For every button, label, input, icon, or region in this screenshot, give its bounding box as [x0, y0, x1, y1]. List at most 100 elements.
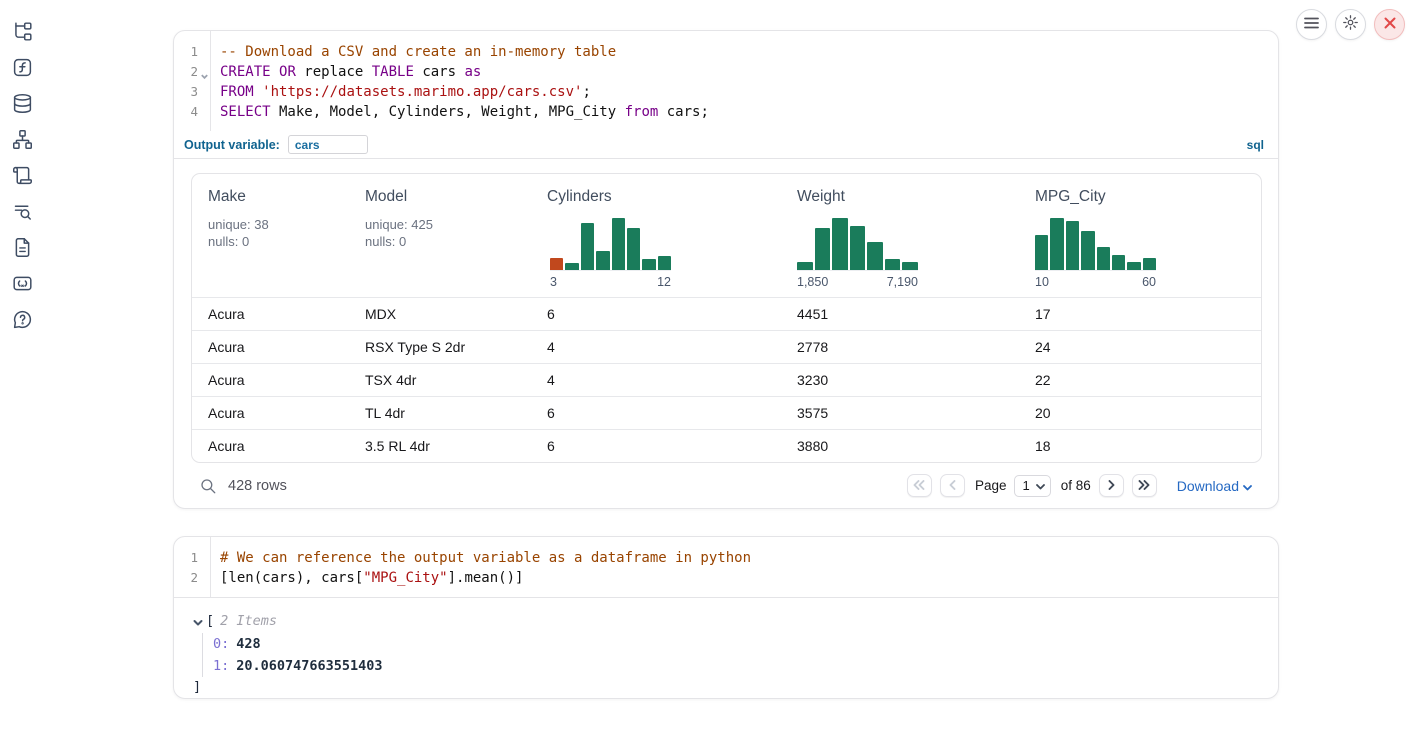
column-header-cylinders[interactable]: Cylinders312	[547, 174, 797, 297]
histogram-bars	[1035, 218, 1156, 271]
close-icon	[1384, 16, 1396, 34]
code-token: ;	[582, 84, 590, 100]
table-row[interactable]: AcuraMDX6445117	[192, 297, 1261, 330]
output-variable-input[interactable]	[288, 135, 368, 154]
python-gutter: 12	[174, 537, 211, 597]
table-row[interactable]: AcuraTSX 4dr4323022	[192, 363, 1261, 396]
table-cell: 3575	[797, 405, 1035, 421]
python-code-lines[interactable]: # We can reference the output variable a…	[211, 537, 1278, 597]
download-label: Download	[1177, 478, 1239, 494]
search-icon[interactable]	[199, 477, 217, 495]
histogram-bar	[797, 262, 813, 270]
shutdown-button[interactable]	[1374, 9, 1405, 40]
column-header-weight[interactable]: Weight1,8507,190	[797, 174, 1035, 297]
table-cell: 6	[547, 438, 797, 454]
histogram-ticks: 1060	[1035, 275, 1156, 289]
histogram-bar	[1143, 258, 1156, 270]
last-page-button[interactable]	[1132, 474, 1157, 497]
table-row[interactable]: AcuraRSX Type S 2dr4277824	[192, 330, 1261, 363]
prev-page-button[interactable]	[940, 474, 965, 497]
next-page-button[interactable]	[1099, 474, 1124, 497]
code-token: -- Download a CSV and create an in-memor…	[220, 44, 616, 60]
table-row[interactable]: Acura3.5 RL 4dr6388018	[192, 429, 1261, 462]
column-histogram: 312	[550, 218, 671, 289]
dependency-graph-icon[interactable]	[12, 129, 33, 150]
result-table: Makeunique: 38nulls: 0Model unique: 425nu…	[191, 173, 1262, 463]
stat-line: nulls: 0	[208, 234, 365, 251]
code-token: ].mean()]	[448, 570, 524, 586]
help-icon[interactable]	[12, 309, 33, 330]
table-cell: 20	[1035, 405, 1261, 421]
scratchpad-icon[interactable]	[12, 165, 33, 186]
column-header-model[interactable]: Modelunique: 425nulls: 0	[365, 174, 547, 297]
python-output: [ 2 Items 0:4281:20.060747663551403 ]	[174, 598, 1278, 698]
table-cell: 2778	[797, 339, 1035, 355]
python-cell: 12 # We can reference the output variabl…	[173, 536, 1279, 699]
functions-icon[interactable]	[12, 57, 33, 78]
tick-left: 1,850	[797, 275, 828, 289]
code-token: replace	[296, 64, 372, 80]
histogram-bar	[815, 228, 831, 270]
histogram-bar	[1066, 221, 1079, 270]
column-name: Model	[365, 187, 547, 207]
column-header-mpg_city[interactable]: MPG_City 1060	[1035, 174, 1261, 297]
histogram-bar	[565, 263, 578, 270]
column-name: MPG_City	[1035, 187, 1261, 207]
line-number: 1	[174, 42, 210, 62]
histogram-bar	[1097, 247, 1110, 270]
tree-entry: 0:428	[213, 633, 1278, 655]
chevron-down-icon[interactable]	[193, 616, 203, 626]
tick-right: 7,190	[887, 275, 918, 289]
histogram-bars	[797, 218, 918, 271]
tree-children: 0:4281:20.060747663551403	[202, 633, 1278, 677]
chevron-down-icon	[1243, 478, 1252, 494]
first-page-button[interactable]	[907, 474, 932, 497]
tree-entry-value: 20.060747663551403	[236, 658, 382, 674]
tree-root-row: [ 2 Items	[193, 611, 1278, 631]
histogram-ticks: 312	[550, 275, 671, 289]
snippets-icon[interactable]	[12, 273, 33, 294]
tree-close-bracket: ]	[193, 677, 1278, 698]
code-line: FROM 'https://datasets.marimo.app/cars.c…	[211, 82, 1278, 102]
tick-left: 3	[550, 275, 557, 289]
stat-line: unique: 425	[365, 217, 547, 234]
sql-code-lines[interactable]: -- Download a CSV and create an in-memor…	[211, 31, 1278, 131]
histogram-bar	[867, 242, 883, 270]
file-tree-icon[interactable]	[12, 21, 33, 42]
tree-entry-value: 428	[236, 636, 260, 652]
table-cell: 6	[547, 306, 797, 322]
code-token: cars;	[658, 104, 709, 120]
code-token: from	[625, 104, 659, 120]
code-token: CREATE	[220, 64, 271, 80]
settings-button[interactable]	[1335, 9, 1366, 40]
logs-icon[interactable]	[12, 201, 33, 222]
chevron-right-icon	[1108, 477, 1115, 495]
chevrons-left-icon	[913, 477, 925, 495]
histogram-bar	[596, 251, 609, 270]
column-name: Make	[208, 187, 365, 207]
page-total-label: of 86	[1061, 478, 1091, 493]
table-footer: 428 rows Page 1 of 86	[174, 463, 1278, 508]
table-cell: TL 4dr	[365, 405, 547, 421]
column-header-make[interactable]: Makeunique: 38nulls: 0	[192, 174, 365, 297]
code-token: Make, Model, Cylinders, Weight, MPG_City	[271, 104, 625, 120]
table-row[interactable]: AcuraTL 4dr6357520	[192, 396, 1261, 429]
tick-left: 10	[1035, 275, 1049, 289]
download-button[interactable]: Download	[1177, 478, 1252, 494]
documentation-icon[interactable]	[12, 237, 33, 258]
histogram-bar	[1112, 255, 1125, 270]
code-line: # We can reference the output variable a…	[211, 548, 1278, 568]
python-code-editor[interactable]: 12 # We can reference the output variabl…	[174, 537, 1278, 598]
chevron-down-icon	[1036, 478, 1045, 493]
page-select[interactable]: 1	[1014, 475, 1050, 497]
table-cell: Acura	[192, 438, 365, 454]
table-cell: 3880	[797, 438, 1035, 454]
datasources-icon[interactable]	[12, 93, 33, 114]
fold-chevron-icon[interactable]	[200, 67, 209, 76]
table-cell: 24	[1035, 339, 1261, 355]
histogram-bar	[612, 218, 625, 270]
sql-code-editor[interactable]: 1234 -- Download a CSV and create an in-…	[174, 31, 1278, 131]
language-badge[interactable]: sql	[1247, 138, 1264, 152]
page-label: Page	[975, 478, 1007, 493]
menu-button[interactable]	[1296, 9, 1327, 40]
